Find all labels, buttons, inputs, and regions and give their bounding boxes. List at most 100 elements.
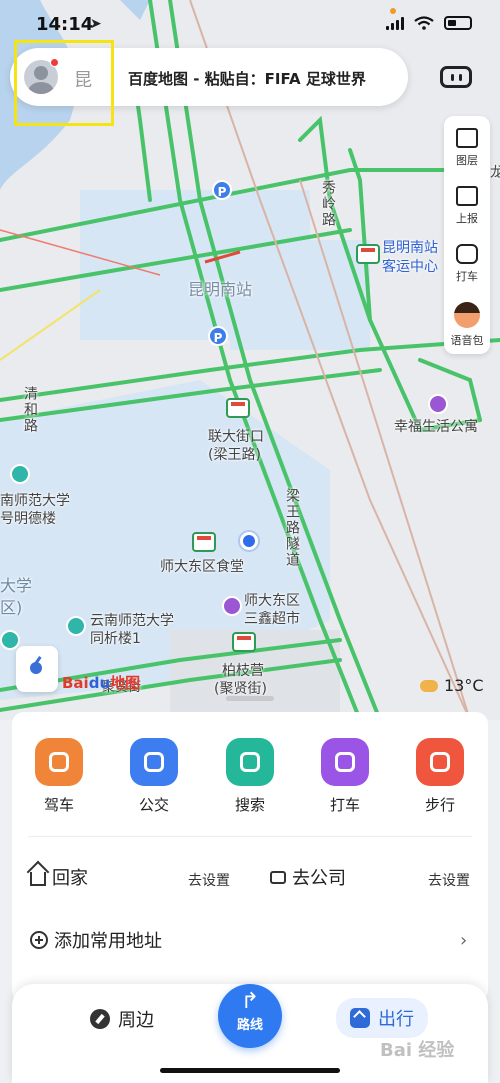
nav-nearby[interactable]: 周边 (90, 1006, 154, 1032)
map-label-poi[interactable]: 师大东区 (244, 590, 300, 610)
map-label-poi: 大学 (0, 576, 33, 595)
divider (28, 836, 472, 837)
ar-navigation-icon[interactable] (440, 66, 472, 88)
quick-label: 公交 (138, 796, 169, 814)
supermarket-icon[interactable] (222, 596, 242, 616)
home-label: 回家 (52, 868, 88, 889)
notification-dot-icon (50, 58, 59, 67)
map-label-road: 梁王路隧道 (284, 488, 300, 568)
quick-walk[interactable]: 步行 (410, 738, 470, 815)
tool-label: 打车 (456, 270, 478, 283)
map-label-station: 昆明南站 (188, 280, 253, 299)
tool-voice-pack[interactable]: 语音包 (444, 302, 490, 348)
sheet-drag-handle[interactable] (226, 696, 274, 701)
map-label-poi: 三鑫超市 (244, 611, 300, 627)
quick-drive[interactable]: 驾车 (29, 738, 89, 815)
tool-label: 上报 (456, 212, 478, 225)
nav-go[interactable]: 出行 (336, 998, 428, 1038)
tool-label: 语音包 (450, 334, 484, 347)
weather-temperature: 13°C (444, 676, 484, 695)
university-icon[interactable] (0, 630, 20, 650)
home-icon (30, 872, 46, 886)
company-setup-link[interactable]: 去设置 (428, 870, 470, 890)
status-time: 14:14 (36, 14, 94, 35)
university-icon[interactable] (10, 464, 30, 484)
briefcase-icon (270, 870, 286, 884)
home-setup-link[interactable]: 去设置 (188, 870, 230, 890)
voice-pack-icon (454, 302, 480, 328)
add-address-label: 添加常用地址 (54, 931, 162, 952)
map-label-poi: (梁王路) (208, 447, 261, 463)
map-label-poi[interactable]: 昆明南站 (382, 237, 438, 257)
go-icon (350, 1008, 370, 1028)
tool-label: 图层 (456, 154, 478, 167)
add-circle-icon (30, 931, 48, 949)
map-label-poi: (聚贤街) (214, 681, 267, 697)
current-location-icon (240, 532, 258, 550)
battery-icon (444, 16, 472, 30)
clipboard-suggestion[interactable]: 百度地图 - 粘贴自：FIFA 足球世界 (128, 68, 366, 89)
car-icon (35, 738, 83, 786)
report-icon (456, 186, 478, 206)
chevron-right-icon: › (460, 930, 468, 951)
apartment-icon[interactable] (428, 394, 448, 414)
map-label-poi[interactable]: 师大东区食堂 (160, 556, 244, 576)
map-label-poi[interactable]: 客运中心 (382, 256, 438, 276)
wifi-icon (414, 16, 434, 30)
taxi-icon (456, 244, 478, 264)
cloud-sun-icon (420, 679, 438, 692)
watermark: Bai 经验 (380, 1040, 455, 1061)
nav-nearby-label: 周边 (118, 1010, 154, 1031)
map-label-poi[interactable]: 联大街口 (208, 426, 264, 446)
quick-label: 驾车 (43, 796, 74, 814)
bus-stop-icon[interactable] (192, 532, 216, 552)
map-label-poi[interactable]: 柏枝营 (222, 660, 264, 680)
tool-taxi[interactable]: 打车 (444, 244, 490, 284)
parking-icon[interactable]: P (212, 180, 232, 200)
location-arrow-icon: ➤ (90, 16, 102, 32)
taxi-icon (321, 738, 369, 786)
home-indicator (160, 1068, 340, 1073)
map-label-poi: 号明德楼 (0, 511, 56, 527)
weather-widget[interactable]: 13°C (420, 676, 484, 695)
quick-label: 搜索 (234, 796, 265, 814)
route-label: 路线 (236, 1018, 263, 1033)
university-icon[interactable] (66, 616, 86, 636)
quick-taxi[interactable]: 打车 (315, 738, 375, 815)
map-tools-panel: 图层 上报 打车 语音包 (444, 116, 490, 354)
compass-button[interactable] (16, 646, 58, 692)
map-label-road: 秀岭路 (320, 180, 336, 228)
quick-bus[interactable]: 公交 (124, 738, 184, 815)
tool-layers[interactable]: 图层 (444, 128, 490, 168)
route-arrow-icon: ↱ (240, 989, 260, 1014)
tool-report[interactable]: 上报 (444, 186, 490, 226)
add-address-row[interactable]: 添加常用地址 (30, 927, 162, 953)
baidu-map-logo: Baidu地图 (62, 674, 141, 692)
compass-icon (90, 1009, 110, 1029)
bus-icon (130, 738, 178, 786)
map-label-poi[interactable]: 南师范大学 (0, 490, 70, 510)
go-company-row[interactable]: 去公司 (270, 864, 346, 890)
quick-label: 打车 (329, 796, 360, 814)
map-label-poi: 区) (0, 598, 23, 617)
parking-icon[interactable]: P (208, 326, 228, 346)
map-label-road: 清和路 (22, 386, 38, 434)
quick-label: 步行 (424, 796, 455, 814)
layers-icon (456, 128, 478, 148)
map-label-poi[interactable]: 幸福生活公寓 (394, 416, 478, 436)
map-label-poi: 同析楼1 (90, 631, 141, 647)
bus-station-icon[interactable] (356, 244, 380, 264)
recording-dot-icon (390, 8, 396, 14)
signal-icon (386, 16, 404, 30)
walk-icon (416, 738, 464, 786)
map-label-poi: 龙 (490, 165, 500, 181)
quick-search[interactable]: 搜索 (220, 738, 280, 815)
city-selector[interactable]: 昆 (74, 66, 92, 92)
bus-stop-icon[interactable] (232, 632, 256, 652)
search-icon (226, 738, 274, 786)
go-home-row[interactable]: 回家 (30, 864, 88, 890)
route-button[interactable]: ↱ 路线 (218, 984, 282, 1048)
bus-stop-icon[interactable] (226, 398, 250, 418)
map-label-poi[interactable]: 云南师范大学 (90, 610, 174, 630)
nav-go-label: 出行 (378, 1009, 414, 1030)
